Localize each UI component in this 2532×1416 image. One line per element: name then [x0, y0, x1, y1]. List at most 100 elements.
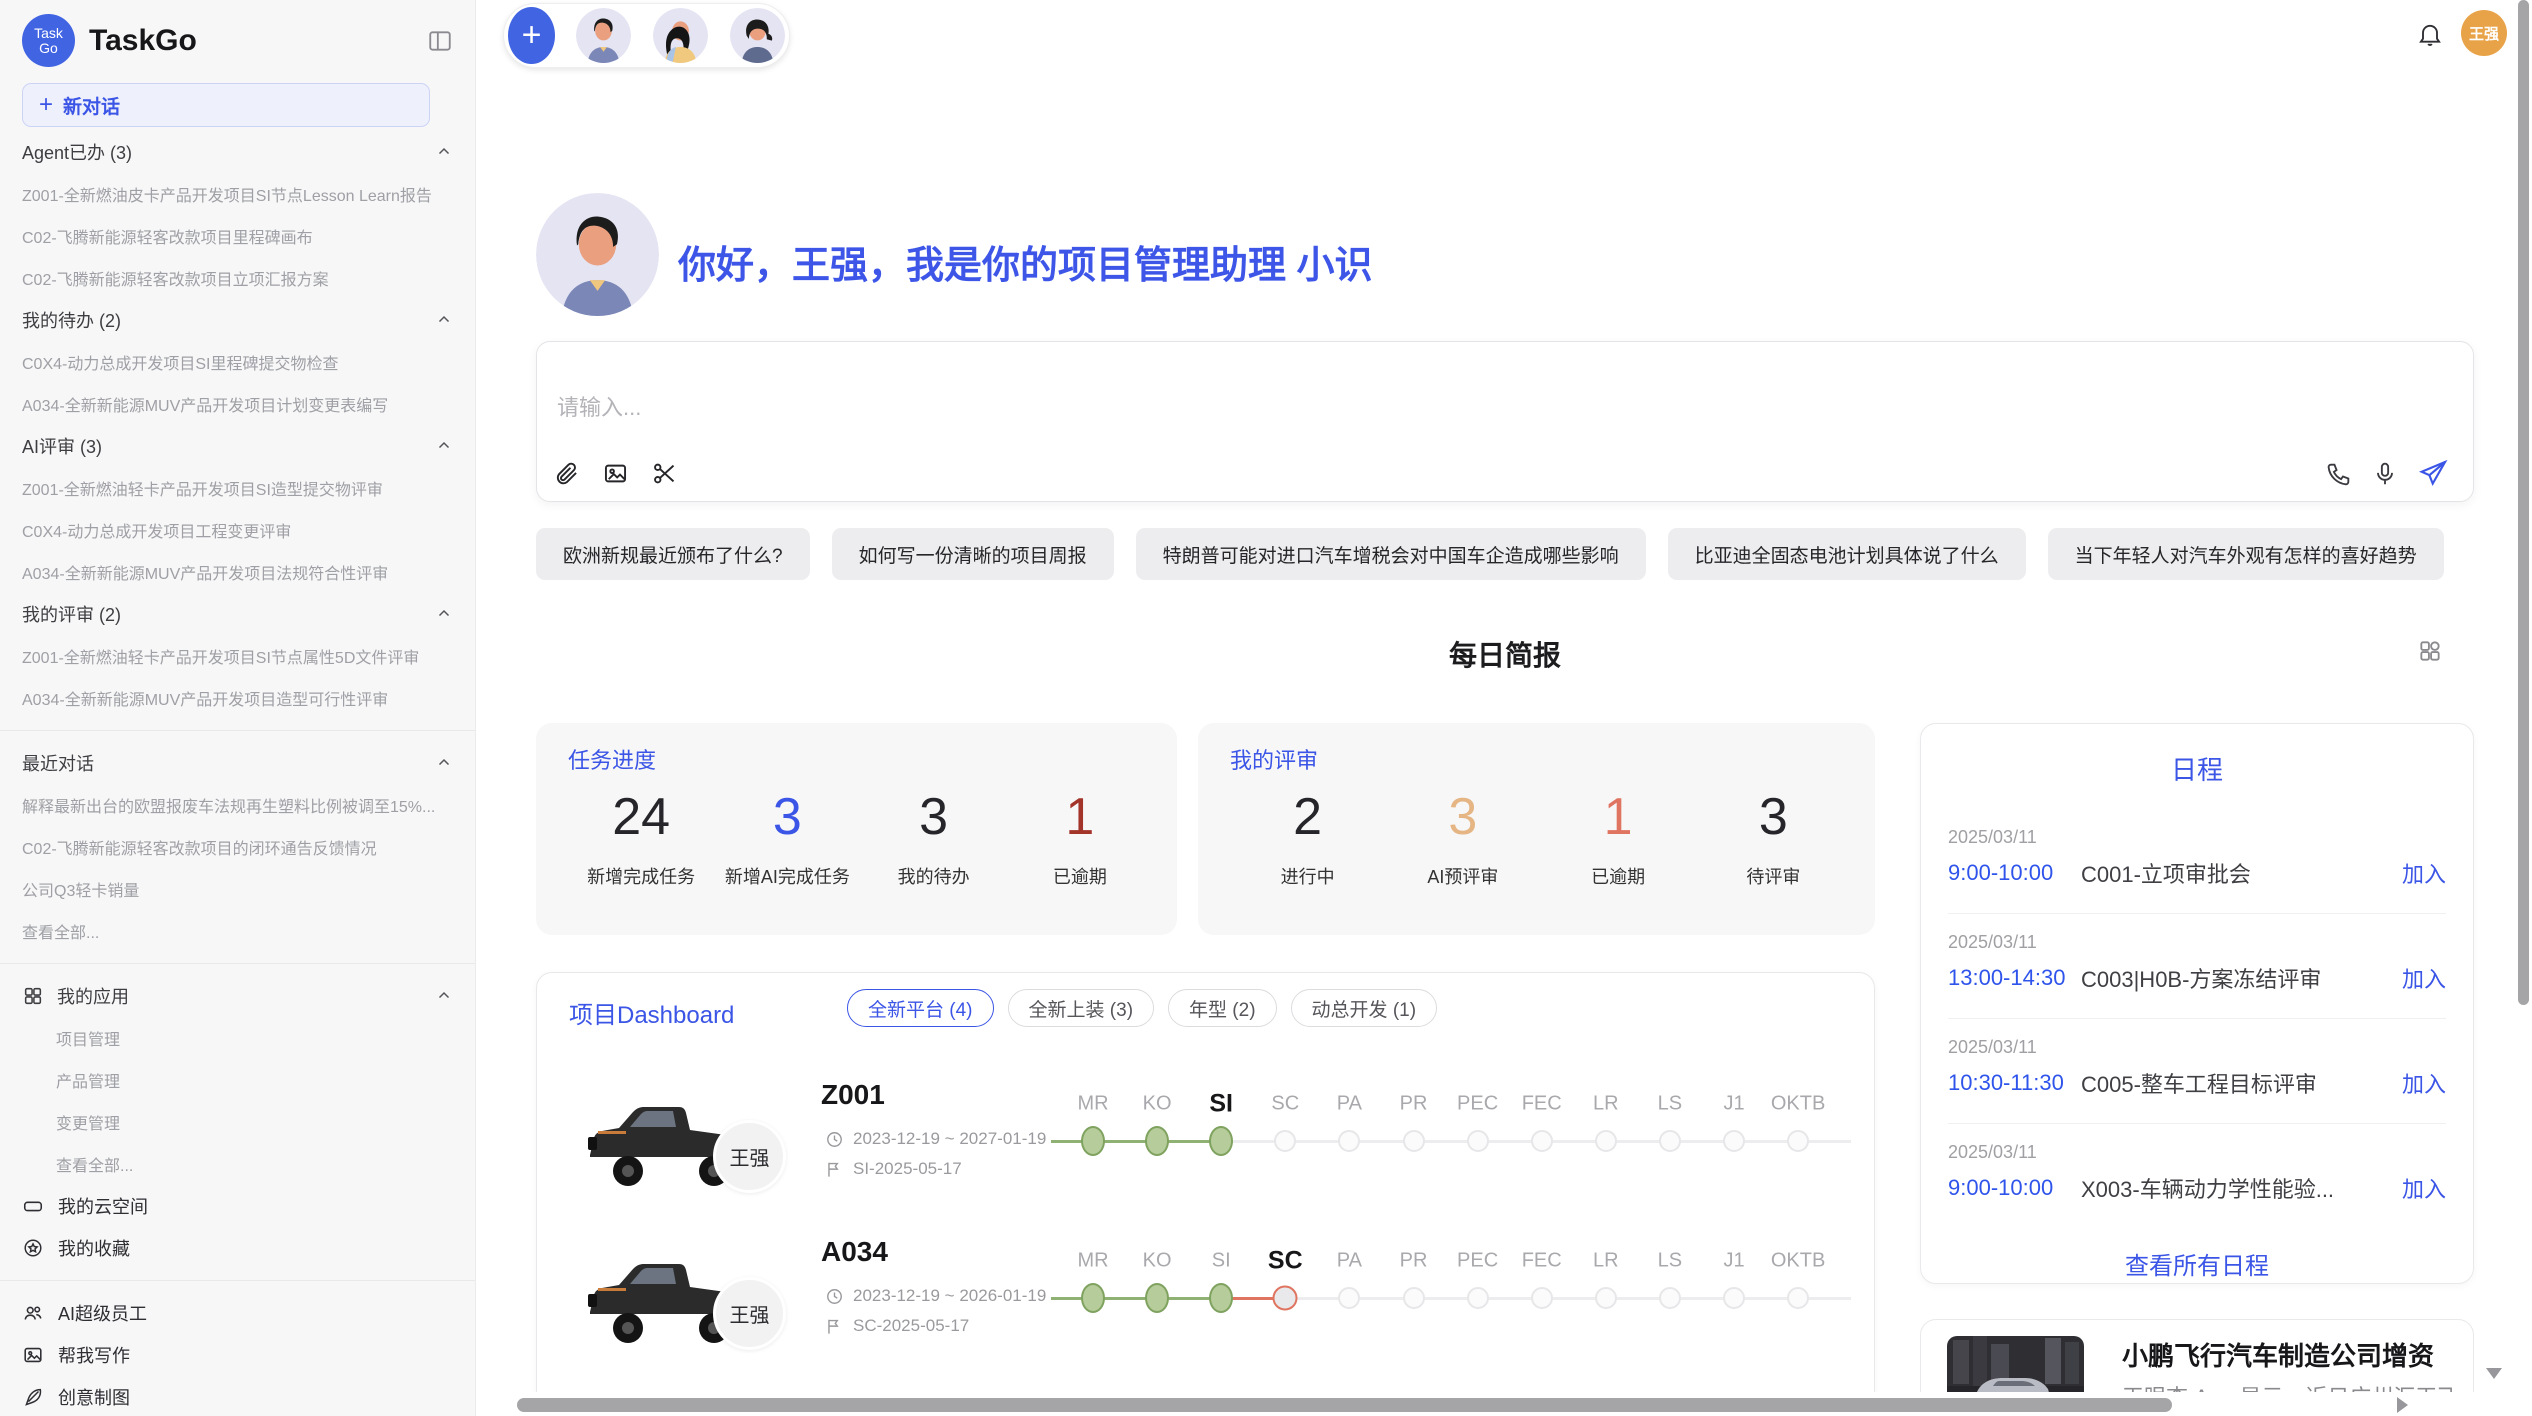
event-name: C003|H0B-方案冻结评审: [2081, 962, 2392, 994]
sidebar-section-header[interactable]: 我的评审 (2): [0, 593, 475, 635]
app-shortcut-item[interactable]: 变更管理: [0, 1101, 475, 1143]
milestone-node-pending: [1531, 1287, 1553, 1309]
insert-image-icon[interactable]: [602, 460, 629, 487]
event-date: 2025/03/11: [1948, 932, 2037, 953]
dashboard-tab[interactable]: 动总开发 (1): [1291, 989, 1438, 1027]
project-name: A034: [821, 1236, 888, 1268]
dashboard-tab[interactable]: 年型 (2): [1168, 989, 1277, 1027]
view-all-schedule-link[interactable]: 查看所有日程: [1921, 1246, 2473, 1281]
milestone-label: PR: [1400, 1250, 1428, 1273]
stat-cell: 3AI预评审: [1385, 785, 1540, 889]
microphone-icon[interactable]: [2371, 460, 2399, 488]
sidebar-tool-item[interactable]: AI超级员工: [0, 1292, 475, 1334]
new-chat-button[interactable]: + 新对话: [22, 83, 430, 127]
section-title: Agent已办 (3): [22, 139, 132, 165]
stat-value: 3: [714, 785, 860, 849]
sidebar-section-header[interactable]: 我的待办 (2): [0, 299, 475, 341]
milestone-node-pending: [1723, 1287, 1745, 1309]
sidebar-item[interactable]: C02-飞腾新能源轻客改款项目里程碑画布: [0, 215, 475, 257]
recent-conversation-item[interactable]: C02-飞腾新能源轻客改款项目的闭环通告反馈情况: [0, 826, 475, 868]
stat-label: 待评审: [1696, 863, 1851, 889]
sidebar-tool-item[interactable]: 创意制图: [0, 1376, 475, 1416]
join-event-link[interactable]: 加入: [2402, 857, 2446, 889]
conversation-avatar-woman[interactable]: [653, 8, 708, 63]
sidebar-item[interactable]: A034-全新新能源MUV产品开发项目造型可行性评审: [0, 677, 475, 719]
join-event-link[interactable]: 加入: [2402, 962, 2446, 994]
scroll-right-arrow[interactable]: [2397, 1397, 2408, 1413]
sidebar-link-star-badge[interactable]: 我的收藏: [0, 1227, 475, 1269]
stat-cell: 3待评审: [1696, 785, 1851, 889]
sidebar-item[interactable]: Z001-全新燃油轻卡产品开发项目SI节点属性5D文件评审: [0, 635, 475, 677]
suggestion-chip[interactable]: 特朗普可能对进口汽车增税会对中国车企造成哪些影响: [1136, 528, 1646, 580]
sidebar-section-header[interactable]: Agent已办 (3): [0, 131, 475, 173]
join-event-link[interactable]: 加入: [2402, 1067, 2446, 1099]
user-avatar[interactable]: 王强: [2461, 10, 2507, 56]
sidebar-item[interactable]: C0X4-动力总成开发项目SI里程碑提交物检查: [0, 341, 475, 383]
sidebar-item[interactable]: Z001-全新燃油皮卡产品开发项目SI节点Lesson Learn报告: [0, 173, 475, 215]
suggestion-chip[interactable]: 比亚迪全固态电池计划具体说了什么: [1668, 528, 2026, 580]
collapse-sidebar-icon[interactable]: [427, 28, 453, 54]
app-shortcut-item[interactable]: 查看全部...: [0, 1143, 475, 1185]
scissors-icon[interactable]: [651, 460, 678, 487]
sidebar-section-header[interactable]: 我的应用: [0, 975, 475, 1017]
apps-grid-icon: [22, 985, 44, 1007]
app-shortcut-item[interactable]: 项目管理: [0, 1017, 475, 1059]
event-date: 2025/03/11: [1948, 827, 2037, 848]
feather-icon: [22, 1386, 44, 1408]
recent-conversation-item[interactable]: 解释最新出台的欧盟报废车法规再生塑料比例被调至15%...: [0, 784, 475, 826]
suggestion-chips: 欧洲新规最近颁布了什么? 如何写一份清晰的项目周报特朗普可能对进口汽车增税会对中国…: [536, 528, 2474, 580]
send-icon[interactable]: [2417, 458, 2449, 490]
milestone-label: OKTB: [1771, 1093, 1825, 1116]
dashboard-tab[interactable]: 全新上装 (3): [1008, 989, 1155, 1027]
notifications-bell-icon[interactable]: [2416, 20, 2444, 53]
app-shortcut-item[interactable]: 产品管理: [0, 1059, 475, 1101]
sidebar-section-header[interactable]: AI评审 (3): [0, 425, 475, 467]
section-header-left: Agent已办 (3): [22, 139, 132, 165]
task-progress-card: 任务进度24新增完成任务3新增AI完成任务3我的待办1已逾期: [536, 723, 1177, 935]
recent-conversation-item[interactable]: 公司Q3轻卡销量: [0, 868, 475, 910]
milestone-node-overdue: [1273, 1286, 1298, 1311]
dashboard-tab[interactable]: 全新平台 (4): [847, 989, 994, 1027]
milestone-label: LS: [1658, 1250, 1682, 1273]
chevron-up-icon: [435, 605, 453, 623]
join-event-link[interactable]: 加入: [2402, 1172, 2446, 1204]
phone-call-icon[interactable]: [2325, 460, 2353, 488]
conversation-avatar-woman2[interactable]: [730, 8, 785, 63]
composer-left-icons: [553, 460, 678, 487]
sidebar-tool-item[interactable]: 帮我写作: [0, 1334, 475, 1376]
conversation-avatar-man[interactable]: [576, 8, 631, 63]
sidebar-item[interactable]: A034-全新新能源MUV产品开发项目计划变更表编写: [0, 383, 475, 425]
suggestion-chip[interactable]: 如何写一份清晰的项目周报: [832, 528, 1114, 580]
project-owner-badge: 王强: [713, 1120, 786, 1193]
recent-conversation-item[interactable]: 查看全部...: [0, 910, 475, 952]
suggestion-chip[interactable]: 当下年轻人对汽车外观有怎样的喜好趋势: [2048, 528, 2444, 580]
attachment-icon[interactable]: [553, 460, 580, 487]
sidebar-link-cloud[interactable]: 我的云空间: [0, 1185, 475, 1227]
sidebar-item[interactable]: C02-飞腾新能源轻客改款项目立项汇报方案: [0, 257, 475, 299]
layout-grid-icon[interactable]: [2417, 638, 2443, 669]
vertical-scrollbar-thumb[interactable]: [2518, 0, 2529, 1005]
sidebar-item[interactable]: Z001-全新燃油轻卡产品开发项目SI造型提交物评审: [0, 467, 475, 509]
sidebar-item[interactable]: A034-全新新能源MUV产品开发项目法规符合性评审: [0, 551, 475, 593]
suggestion-chip[interactable]: 欧洲新规最近颁布了什么?: [536, 528, 810, 580]
milestone-label: SC: [1271, 1093, 1299, 1116]
event-row: 10:30-11:30C005-整车工程目标评审加入: [1948, 1067, 2446, 1099]
chat-input[interactable]: [555, 394, 1759, 422]
chevron-up-icon: [435, 437, 453, 455]
stat-cell: 2进行中: [1230, 785, 1385, 889]
horizontal-scrollbar-thumb[interactable]: [517, 1398, 2172, 1412]
project-flag-milestone: SC-2025-05-17: [825, 1316, 969, 1336]
add-conversation-button[interactable]: +: [508, 7, 555, 64]
stat-value: 1: [1541, 785, 1696, 849]
milestone-node-done: [1145, 1283, 1169, 1313]
sidebar-item[interactable]: C0X4-动力总成开发项目工程变更评审: [0, 509, 475, 551]
new-chat-label: 新对话: [63, 92, 120, 119]
event-time: 10:30-11:30: [1948, 1070, 2081, 1096]
sidebar-section-header[interactable]: 最近对话: [0, 742, 475, 784]
scroll-down-arrow[interactable]: [2486, 1368, 2502, 1379]
app-logo: Task Go: [22, 14, 75, 67]
milestone-label: J1: [1723, 1250, 1744, 1273]
plus-icon: +: [39, 93, 53, 117]
event-date: 2025/03/11: [1948, 1142, 2037, 1163]
project-row: 王强Z0012023-12-19 ~ 2027-01-19SI-2025-05-…: [537, 1073, 1875, 1223]
